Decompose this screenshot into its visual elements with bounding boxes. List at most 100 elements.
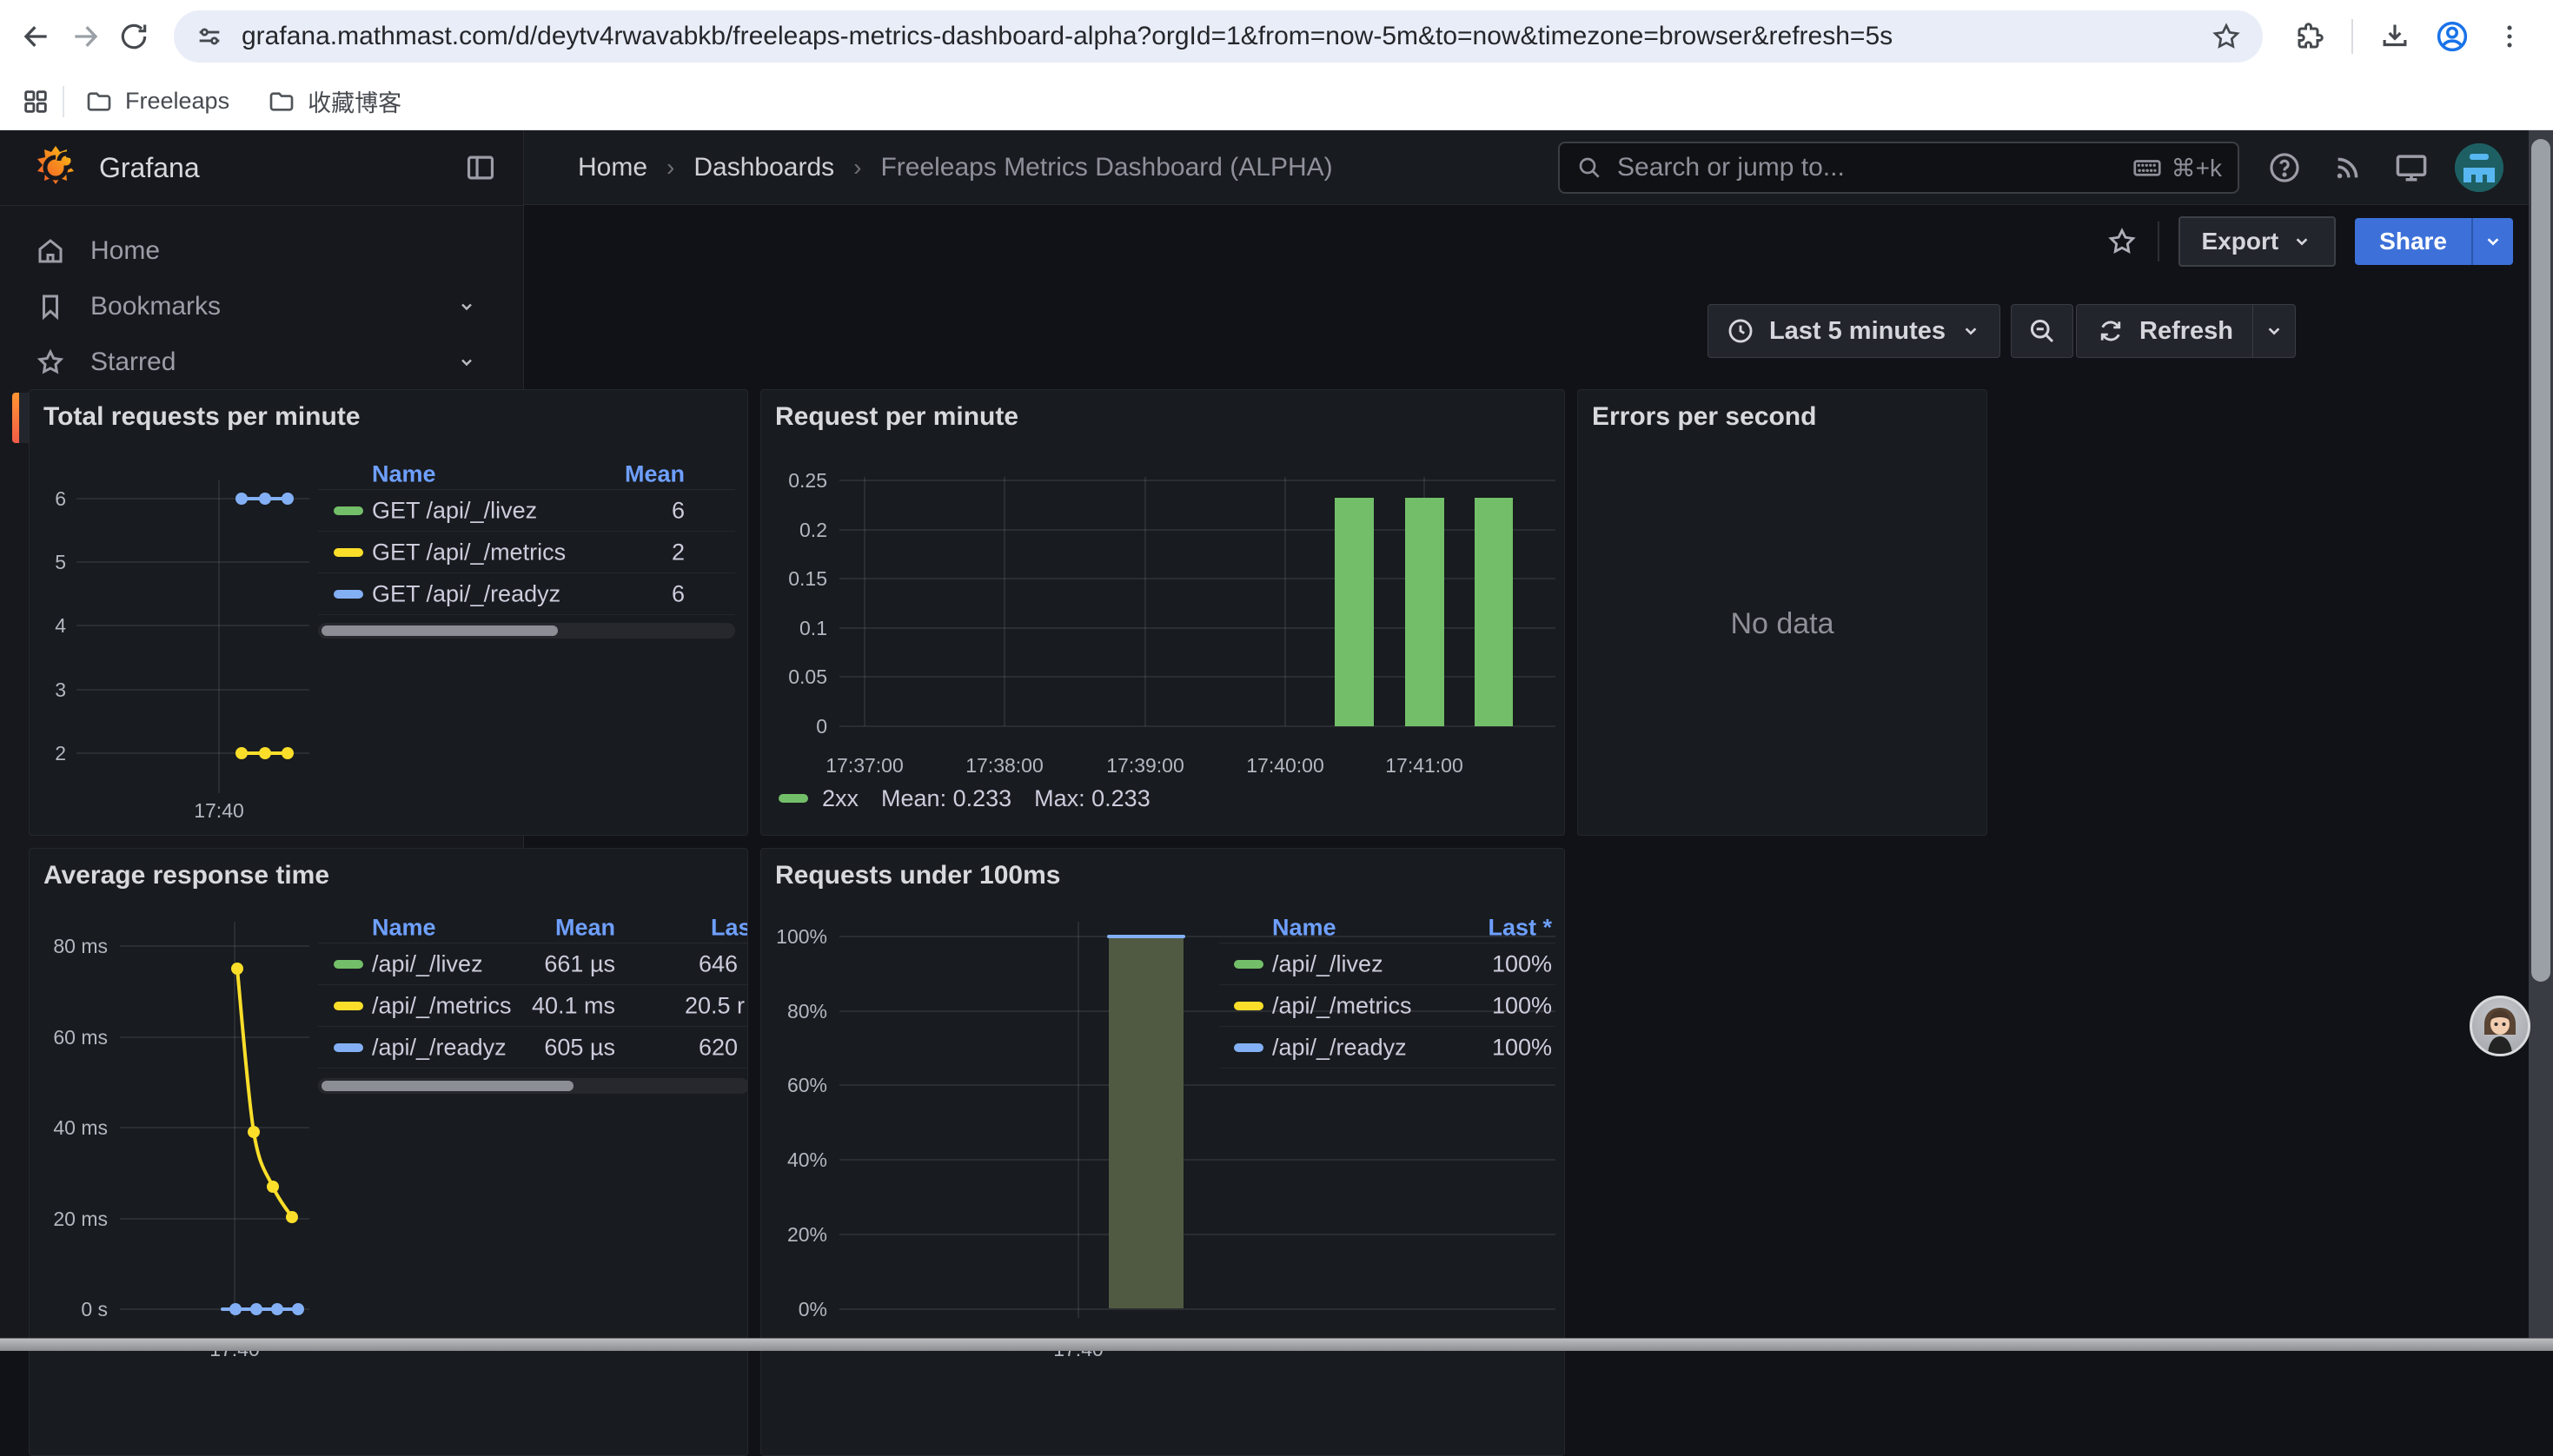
series-name[interactable]: /api/_/metrics	[1272, 992, 1412, 1019]
kiosk-monitor-icon[interactable]	[2392, 130, 2430, 205]
series-name[interactable]: /api/_/metrics	[372, 992, 512, 1019]
search-icon	[1575, 154, 1603, 182]
browser-toolbar	[0, 0, 2553, 73]
legend-row[interactable]: /api/_/metrics 40.1 ms 20.5 r	[318, 985, 748, 1027]
legend-row[interactable]: /api/_/livez 661 µs 646	[318, 943, 748, 985]
legend-col-name[interactable]: Name	[372, 461, 436, 488]
refresh-interval-dropdown[interactable]	[2252, 305, 2295, 357]
user-avatar[interactable]	[2455, 143, 2503, 192]
sidebar-header: Grafana	[0, 130, 523, 206]
series-max: Max: 0.233	[1034, 785, 1151, 812]
series-name[interactable]: 2xx	[822, 785, 859, 812]
downloads-icon[interactable]	[2371, 12, 2419, 61]
dock-menu-icon[interactable]	[464, 151, 497, 184]
toolbar-divider	[2351, 19, 2353, 54]
news-rss-icon[interactable]	[2330, 130, 2366, 205]
export-button[interactable]: Export	[2178, 216, 2336, 267]
bookmarks-bar: Freeleaps 收藏博客	[0, 73, 2553, 130]
legend-row[interactable]: GET /api/_/livez 6	[318, 490, 735, 532]
legend-row[interactable]: /api/_/readyz 605 µs 620	[318, 1027, 748, 1069]
sidebar-item-bookmarks[interactable]: Bookmarks	[12, 281, 454, 332]
sidebar-item-starred[interactable]: Starred	[12, 337, 454, 387]
svg-text:0.15: 0.15	[788, 567, 827, 590]
bookmarks-divider	[63, 86, 64, 117]
series-mean: 661 µs	[544, 950, 615, 977]
legend-col-last[interactable]: Las	[711, 915, 748, 942]
grafana-logo[interactable]	[31, 143, 80, 192]
share-button[interactable]: Share	[2355, 218, 2471, 265]
series-name[interactable]: GET /api/_/readyz	[372, 580, 560, 607]
apps-grid-icon[interactable]	[21, 87, 50, 116]
legend-row[interactable]: GET /api/_/metrics 2	[318, 532, 735, 573]
legend-col-name[interactable]: Name	[372, 915, 436, 942]
site-settings-icon[interactable]	[195, 22, 224, 51]
series-name[interactable]: /api/_/readyz	[372, 1034, 507, 1061]
legend-col-mean[interactable]: Mean	[625, 461, 685, 488]
panel-total-requests-per-minute: Total requests per minute 6543217:40 Nam…	[29, 389, 748, 836]
chevron-down-icon[interactable]	[454, 294, 480, 320]
series-swatch	[1234, 1002, 1263, 1010]
browser-back-button[interactable]	[12, 12, 61, 61]
search-input[interactable]: Search or jump to... ⌘+k	[1558, 142, 2239, 194]
bookmark-star-icon[interactable]	[2211, 21, 2242, 52]
series-mean: 40.1 ms	[532, 992, 615, 1019]
legend-header: Name Last *	[1219, 913, 1555, 943]
chevron-down-icon	[2291, 230, 2313, 253]
legend-col-name[interactable]: Name	[1272, 915, 1336, 942]
series-name[interactable]: /api/_/livez	[372, 950, 483, 977]
zoom-out-button[interactable]	[2011, 304, 2073, 358]
favorite-star-icon[interactable]	[2105, 225, 2139, 258]
chevron-down-icon[interactable]	[454, 349, 480, 375]
svg-text:0.05: 0.05	[788, 665, 827, 688]
url-input[interactable]	[240, 21, 2211, 52]
legend-row[interactable]: /api/_/metrics 100%	[1219, 985, 1555, 1027]
series-swatch	[779, 794, 808, 803]
bookmark-label: Freeleaps	[125, 88, 229, 115]
svg-text:5: 5	[55, 551, 66, 573]
scrollbar-thumb[interactable]	[2531, 139, 2550, 982]
refresh-button[interactable]: Refresh	[2077, 305, 2252, 357]
legend-row[interactable]: /api/_/readyz 100%	[1219, 1027, 1555, 1069]
browser-forward-button[interactable]	[61, 12, 109, 61]
panel-title[interactable]: Errors per second	[1592, 402, 1816, 432]
svg-text:17:38:00: 17:38:00	[965, 754, 1044, 777]
breadcrumb-dashboards[interactable]: Dashboards	[693, 153, 834, 182]
share-dropdown-button[interactable]	[2471, 218, 2513, 265]
url-bar[interactable]	[174, 10, 2263, 63]
svg-text:20 ms: 20 ms	[53, 1208, 108, 1230]
search-placeholder: Search or jump to...	[1617, 153, 2132, 182]
legend-scrollbar-thumb[interactable]	[322, 625, 558, 636]
legend-row[interactable]: /api/_/livez 100%	[1219, 943, 1555, 985]
legend-scrollbar[interactable]	[318, 1078, 748, 1094]
series-name[interactable]: GET /api/_/metrics	[372, 539, 566, 566]
series-name[interactable]: /api/_/readyz	[1272, 1034, 1407, 1061]
profile-icon[interactable]	[2428, 12, 2477, 61]
browser-reload-button[interactable]	[109, 12, 158, 61]
breadcrumb-home[interactable]: Home	[578, 153, 647, 182]
page-horizontal-scrollbar[interactable]	[0, 1338, 2553, 1351]
time-range-picker[interactable]: Last 5 minutes	[1708, 304, 2000, 358]
bookmark-folder-freeleaps[interactable]: Freeleaps	[85, 88, 229, 116]
page-vertical-scrollbar[interactable]	[2529, 130, 2553, 1350]
series-name[interactable]: /api/_/livez	[1272, 950, 1383, 977]
brand-title[interactable]: Grafana	[99, 152, 200, 184]
svg-text:100%: 100%	[776, 925, 827, 948]
legend-row[interactable]: GET /api/_/readyz 6	[318, 573, 735, 615]
legend-col-last[interactable]: Last *	[1488, 915, 1552, 942]
browser-actions	[2285, 12, 2534, 61]
bookmark-folder-blogs[interactable]: 收藏博客	[268, 84, 401, 118]
legend-scrollbar[interactable]	[318, 623, 735, 639]
series-last: 646	[699, 950, 738, 977]
legend-table: Name Last * /api/_/livez 100% /api/_/met…	[1219, 913, 1555, 1069]
legend-header: Name Mean	[318, 460, 735, 490]
refresh-icon	[2096, 316, 2125, 346]
legend-scrollbar-thumb[interactable]	[322, 1081, 574, 1091]
series-name[interactable]: GET /api/_/livez	[372, 497, 537, 524]
extensions-icon[interactable]	[2285, 12, 2334, 61]
legend-col-mean[interactable]: Mean	[555, 915, 615, 942]
help-icon[interactable]	[2266, 130, 2303, 205]
browser-menu-icon[interactable]	[2485, 12, 2534, 61]
assistant-avatar[interactable]	[2470, 996, 2530, 1056]
sidebar-item-home[interactable]: Home	[12, 226, 454, 276]
chevron-down-icon	[1960, 320, 1982, 342]
